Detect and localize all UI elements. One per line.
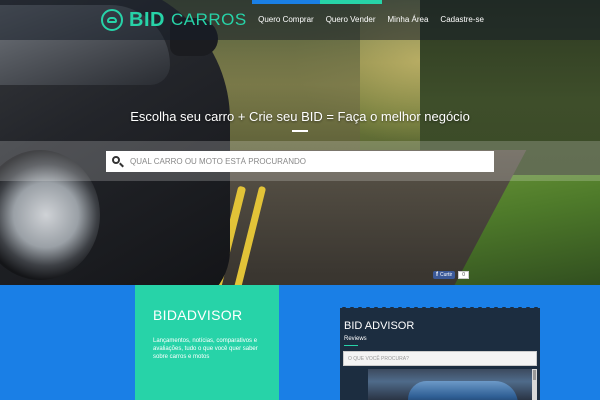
widget-scrollbar-thumb[interactable] [533,370,536,380]
brand-name-bold: BID [129,8,165,31]
widget-subtitle: Reviews [344,336,367,342]
bidadvisor-title: BIDADVISOR [153,307,243,323]
top-header: BID CARROS Quero Comprar Quero Vender Mi… [0,0,600,40]
vehicle-search-box[interactable] [106,151,494,172]
widget-review-image[interactable] [368,369,532,400]
brand-logo[interactable]: BID CARROS [101,6,247,34]
nav-label: Quero Comprar [258,15,314,24]
nav-accent-bar [319,0,382,4]
widget-search-input[interactable]: O QUE VOCÊ PROCURA? [343,351,537,366]
nav-label: Quero Vender [325,15,376,24]
vehicle-search-input[interactable] [130,152,494,171]
car-logo-icon [101,9,123,31]
nav-quero-comprar[interactable]: Quero Comprar [252,0,320,40]
widget-zigzag-edge [340,303,540,308]
nav-cadastre-se[interactable]: Cadastre-se [434,0,490,40]
headline-underline [292,130,308,132]
bidadvisor-card[interactable]: BIDADVISOR Lançamentos, notícias, compar… [135,285,279,400]
nav-label: Minha Área [387,15,429,24]
brand-name-rest: CARROS [170,10,247,29]
hero-headline: Escolha seu carro + Crie seu BID = Faça … [130,109,470,124]
bid-advisor-widget: BID ADVISOR Reviews O QUE VOCÊ PROCURA? [340,303,540,400]
widget-title: BID ADVISOR [344,320,415,332]
nav-quero-vender[interactable]: Quero Vender [319,0,382,40]
nav-accent-bar [252,0,320,4]
facebook-like-button[interactable]: f Curtir [433,271,456,279]
widget-subtitle-underline [344,345,358,346]
facebook-like-count: 0 [458,271,470,279]
nav-label: Cadastre-se [440,15,484,24]
facebook-icon: f [436,272,438,278]
nav-minha-area[interactable]: Minha Área [382,0,435,40]
bidadvisor-description: Lançamentos, notícias, comparativos e av… [153,338,258,360]
social-share: f Curtir 0 [433,271,470,279]
main-nav: Quero Comprar Quero Vender Minha Área Ca… [252,0,490,40]
review-car-image [408,381,518,400]
search-icon[interactable] [112,155,124,168]
facebook-like-label: Curtir [440,272,453,278]
